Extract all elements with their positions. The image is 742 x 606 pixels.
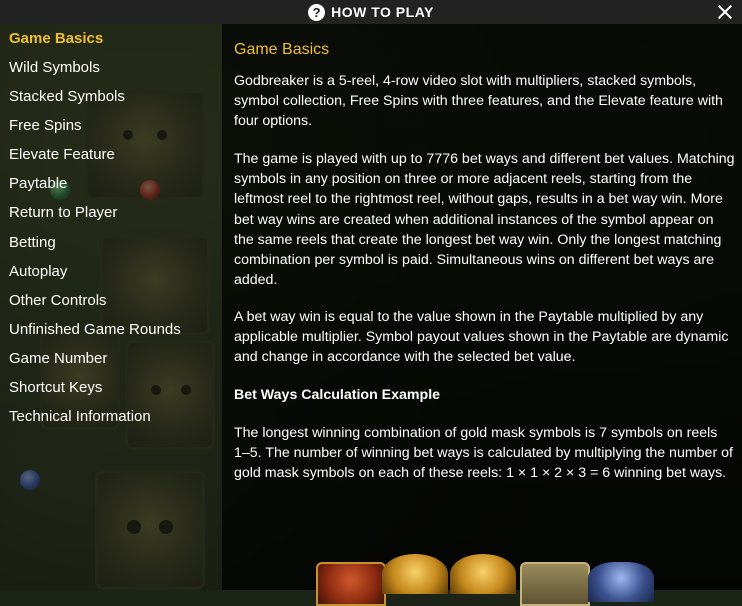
sidebar-item-shortcut-keys[interactable]: Shortcut Keys — [9, 379, 102, 396]
gold-mask-symbol-icon — [382, 554, 448, 594]
paragraph-intro: Godbreaker is a 5-reel, 4-row video slot… — [234, 73, 723, 130]
sidebar-item-technical-information[interactable]: Technical Information — [9, 408, 151, 425]
section-title: Game Basics — [234, 41, 330, 58]
gold-mask-symbol-icon — [450, 554, 516, 594]
sidebar-item-stacked-symbols[interactable]: Stacked Symbols — [9, 88, 125, 105]
sidebar-item-wild-symbols[interactable]: Wild Symbols — [9, 59, 100, 76]
sidebar-item-game-basics[interactable]: Game Basics — [9, 30, 103, 47]
sidebar-item-game-number[interactable]: Game Number — [9, 350, 107, 367]
sidebar-item-other-controls[interactable]: Other Controls — [9, 292, 107, 309]
header-title: HOW TO PLAY — [331, 4, 434, 20]
blue-mask-symbol-icon — [588, 562, 654, 602]
help-sidebar: Game Basics Wild Symbols Stacked Symbols… — [0, 24, 222, 590]
example-symbol-strip — [316, 554, 656, 606]
red-mask-symbol-icon — [316, 562, 386, 606]
sidebar-item-paytable[interactable]: Paytable — [9, 175, 67, 192]
how-to-play-header: ? HOW TO PLAY — [0, 0, 742, 24]
sidebar-item-betting[interactable]: Betting — [9, 234, 56, 251]
paragraph-bet-way-win: A bet way win is equal to the value show… — [234, 309, 729, 366]
paragraph-example: The longest winning combination of gold … — [234, 425, 733, 482]
sidebar-item-elevate-feature[interactable]: Elevate Feature — [9, 146, 115, 163]
close-icon[interactable] — [716, 3, 734, 21]
question-circle-icon: ? — [308, 3, 326, 21]
subheading-bet-ways-example: Bet Ways Calculation Example — [234, 387, 441, 403]
paragraph-bet-ways: The game is played with up to 7776 bet w… — [234, 151, 735, 289]
stone-frame-symbol-icon — [520, 562, 590, 606]
help-content-panel: Game Basics Godbreaker is a 5-reel, 4-ro… — [222, 24, 742, 606]
sidebar-item-free-spins[interactable]: Free Spins — [9, 117, 82, 134]
sidebar-item-unfinished-game-rounds[interactable]: Unfinished Game Rounds — [9, 321, 181, 338]
sidebar-item-autoplay[interactable]: Autoplay — [9, 263, 67, 280]
sidebar-item-return-to-player[interactable]: Return to Player — [9, 204, 117, 221]
